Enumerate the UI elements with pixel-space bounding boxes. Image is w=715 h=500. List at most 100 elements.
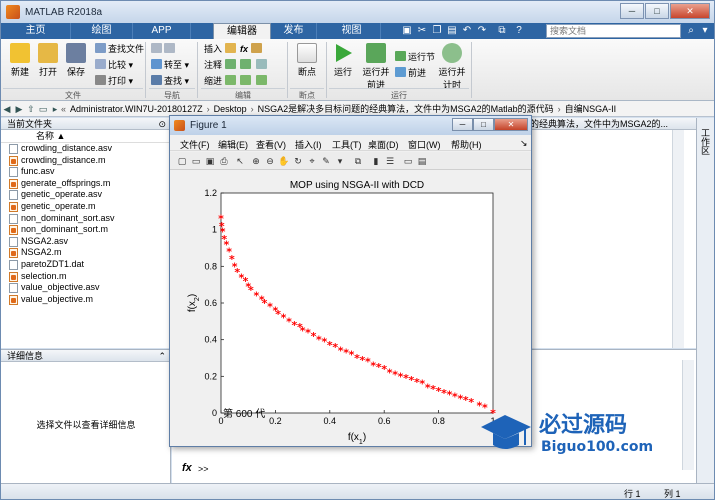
file-row[interactable]: crowding_distance.m — [1, 155, 170, 167]
minimize-button[interactable]: ─ — [620, 3, 644, 19]
run-time-button[interactable]: 运行并计时 — [435, 43, 469, 91]
menu-help[interactable]: 帮助(H) — [451, 138, 482, 151]
file-row[interactable]: NSGA2.asv — [1, 236, 170, 248]
file-row[interactable]: func.asv — [1, 166, 170, 178]
file-row[interactable]: crowding_distance.asv — [1, 143, 170, 155]
zoom-in-icon[interactable]: ⊕ — [250, 155, 262, 167]
copy-icon[interactable]: ❐ — [431, 25, 443, 37]
collapse-icon[interactable]: ⌃ — [158, 350, 166, 362]
tab-apps[interactable]: APP — [133, 23, 191, 39]
search-icon[interactable]: ⌕ — [685, 25, 697, 37]
help-icon[interactable]: ? — [513, 25, 525, 37]
file-row[interactable]: non_dominant_sort.asv — [1, 213, 170, 225]
zoom-out-icon[interactable]: ⊖ — [264, 155, 276, 167]
data-cursor-icon[interactable]: ⌖ — [306, 155, 318, 167]
tab-editor[interactable]: 编辑器 — [213, 23, 271, 39]
menu-edit[interactable]: 编辑(E) — [218, 138, 248, 151]
indent-button[interactable]: 缩进 — [204, 75, 269, 88]
command-scrollbar[interactable] — [682, 360, 694, 470]
pan-hand-icon[interactable]: ✋ — [278, 155, 290, 167]
menu-view[interactable]: 查看(V) — [256, 138, 286, 151]
tab-plots[interactable]: 绘图 — [71, 23, 133, 39]
editor-tab-strip[interactable]: 的经典算法，文件中为MSGA2的... — [527, 118, 696, 130]
ribbon-expand-icon[interactable]: ▾ — [699, 25, 711, 37]
search-input[interactable]: 搜索文档 — [546, 24, 681, 38]
pareto-plot[interactable]: MOP using NSGA-II with DCD 0 0.2 0.4 0.6 0.8… — [170, 171, 531, 446]
nav-back-forward[interactable] — [151, 43, 177, 56]
save-quick-icon[interactable]: ▣ — [401, 25, 413, 37]
print-figure-icon[interactable]: ⎙ — [218, 155, 230, 167]
tab-view[interactable]: 视图 — [323, 23, 381, 39]
undo-icon[interactable]: ↶ — [461, 25, 473, 37]
file-row[interactable]: non_dominant_sort.m — [1, 224, 170, 236]
file-row[interactable]: NSGA2.m — [1, 247, 170, 259]
print-button[interactable]: 打印 ▾ — [95, 75, 133, 88]
file-row[interactable]: generate_offsprings.m — [1, 178, 170, 190]
brush-icon[interactable]: ✎ — [320, 155, 332, 167]
menu-tools[interactable]: 工具(T) — [332, 138, 362, 151]
menu-window[interactable]: 窗口(W) — [408, 138, 441, 151]
file-row[interactable]: selection.m — [1, 271, 170, 283]
up-folder-icon[interactable]: ⇧ — [25, 103, 37, 115]
menu-dock-icon[interactable]: ↘ — [520, 138, 528, 149]
tab-home[interactable]: 主页 — [1, 23, 71, 39]
maximize-button[interactable]: □ — [645, 3, 669, 19]
insert-legend-icon[interactable]: ☰ — [384, 155, 396, 167]
advance-button[interactable]: 前进 — [395, 67, 426, 80]
back-arrow-icon[interactable]: ◀ — [1, 103, 13, 115]
arrow-icon — [164, 43, 175, 53]
run-advance-button[interactable]: 运行并前进 — [359, 43, 393, 91]
breakpoints-button[interactable]: 断点 — [290, 43, 324, 78]
figure-minimize-button[interactable]: ─ — [452, 118, 473, 131]
browse-folder-icon[interactable]: ▭ — [37, 103, 49, 115]
m-file-icon — [9, 248, 18, 259]
tab-publish[interactable]: 发布 — [271, 23, 317, 39]
goto-button[interactable]: 转至 ▾ — [151, 59, 189, 72]
paste-icon[interactable]: ▤ — [446, 25, 458, 37]
breadcrumb-item[interactable]: Administrator.WIN7U-20180127Z — [70, 104, 203, 114]
rotate-3d-icon[interactable]: ↻ — [292, 155, 304, 167]
file-row[interactable]: genetic_operate.asv — [1, 189, 170, 201]
file-row[interactable]: value_objective.asv — [1, 282, 170, 294]
find-button[interactable]: 查找 ▾ — [151, 75, 189, 88]
menu-file[interactable]: 文件(F) — [180, 138, 210, 151]
open-file-icon[interactable]: ▭ — [190, 155, 202, 167]
figure-maximize-button[interactable]: □ — [473, 118, 494, 131]
panel-menu-icon[interactable]: ⊙ — [158, 118, 166, 130]
edit-plot-icon[interactable]: ↖ — [234, 155, 246, 167]
brush-dropdown-icon[interactable]: ▾ — [334, 155, 346, 167]
forward-arrow-icon[interactable]: ▶ — [13, 103, 25, 115]
link-plot-icon[interactable]: ⧉ — [352, 155, 364, 167]
save-figure-icon[interactable]: ▣ — [204, 155, 216, 167]
breadcrumb-item[interactable]: NSGA2是解决多目标问题的经典算法，文件中为MSGA2的Matlab的源代码 — [258, 102, 554, 115]
comment-button[interactable]: 注释 — [204, 59, 269, 72]
save-button[interactable]: 保存 — [59, 43, 93, 78]
file-row[interactable]: genetic_operate.m — [1, 201, 170, 213]
run-section-button[interactable]: 运行节 — [395, 51, 435, 64]
figure-close-button[interactable]: ✕ — [494, 118, 528, 131]
show-plot-tools-icon[interactable]: ▤ — [416, 155, 428, 167]
editor-scrollbar[interactable] — [672, 130, 684, 348]
breadcrumb-item[interactable]: Desktop — [214, 104, 247, 114]
file-row[interactable]: value_objective.m — [1, 294, 170, 306]
cut-icon[interactable]: ✂ — [416, 25, 428, 37]
root-icon[interactable]: ▸ — [49, 103, 61, 115]
find-files-button[interactable]: 查找文件 — [95, 43, 144, 56]
menu-desktop[interactable]: 桌面(D) — [368, 138, 399, 151]
switch-windows-icon[interactable]: ⧉ — [496, 25, 508, 37]
hide-plot-tools-icon[interactable]: ▭ — [402, 155, 414, 167]
compare-button[interactable]: 比较 ▾ — [95, 59, 133, 72]
run-button[interactable]: 运行 — [326, 43, 360, 78]
breadcrumb-item[interactable]: 自编NSGA-II — [565, 102, 617, 115]
close-button[interactable]: ✕ — [670, 3, 710, 19]
file-name: paretoZDT1.dat — [21, 258, 85, 269]
file-name: NSGA2.asv — [21, 235, 69, 246]
name-column-header[interactable]: 名称 ▲ — [1, 130, 170, 143]
file-row[interactable]: paretoZDT1.dat — [1, 259, 170, 271]
redo-icon[interactable]: ↷ — [476, 25, 488, 37]
new-figure-icon[interactable]: ▢ — [176, 155, 188, 167]
menu-insert[interactable]: 插入(I) — [295, 138, 322, 151]
workspace-rail[interactable]: 工作区 — [696, 118, 714, 483]
insert-colorbar-icon[interactable]: ▮ — [370, 155, 382, 167]
insert-button[interactable]: 插入 fx — [204, 43, 264, 56]
